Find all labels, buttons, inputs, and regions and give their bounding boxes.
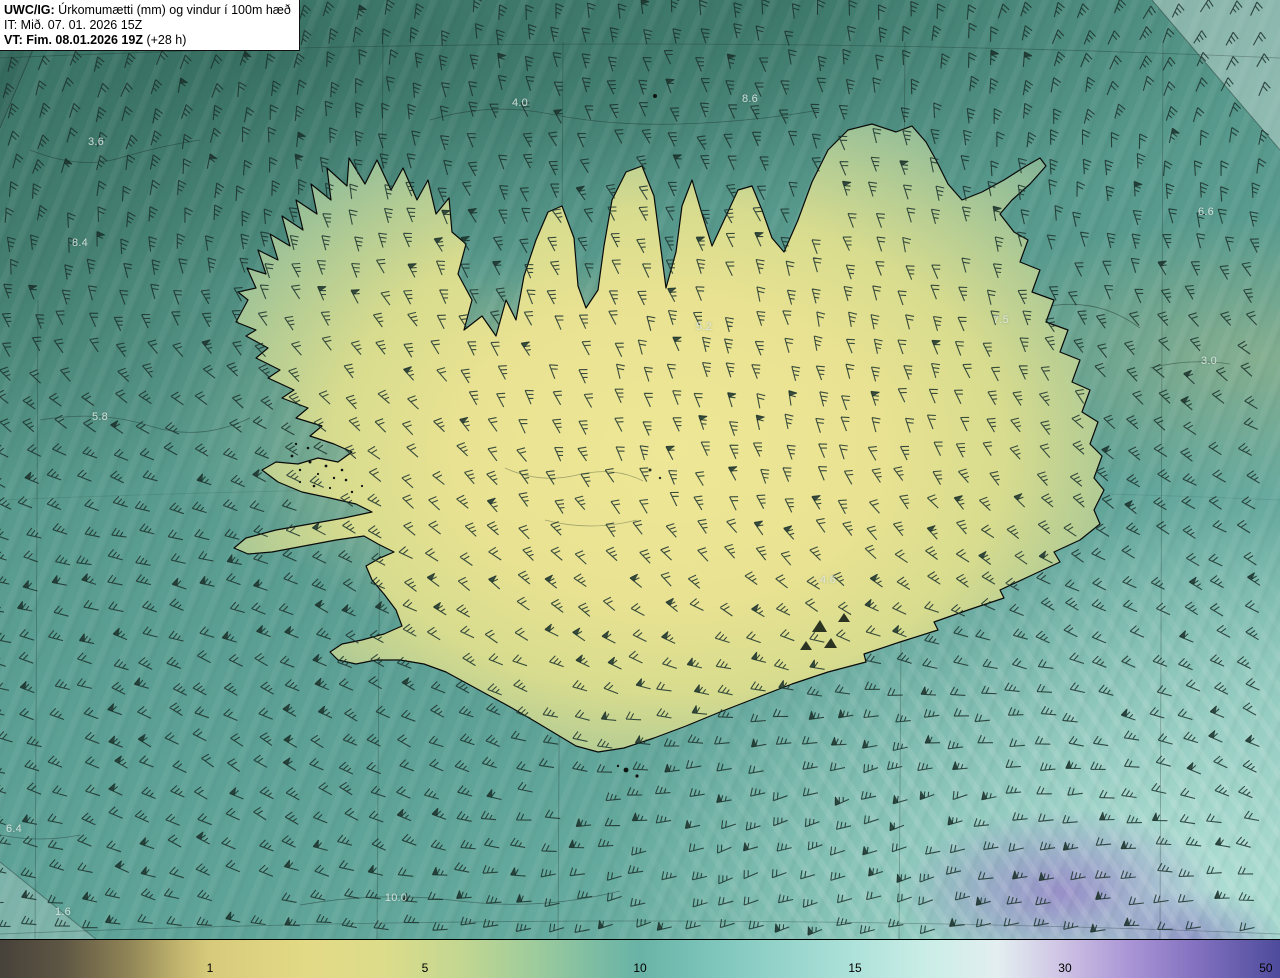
- colorbar-label: 30: [1058, 961, 1072, 975]
- title-line-model: UWC/IG: Úrkomumætti (mm) og vindur í 100…: [4, 2, 291, 17]
- title-line-valid: VT: Fim. 08.01.2026 19Z (+28 h): [4, 32, 291, 47]
- map-canvas: [0, 0, 1280, 940]
- contour-label: 6.4: [6, 823, 22, 835]
- contour-label: 3.0: [1201, 355, 1217, 367]
- contour-label: 7.5: [993, 314, 1009, 326]
- contour-label: 3.6: [88, 136, 104, 148]
- contour-label: 4.0: [512, 97, 528, 109]
- contour-label: 4.6: [820, 574, 836, 586]
- contour-label: 5.2: [696, 321, 712, 333]
- screenshot-root: 4.0 8.6 3.6 8.4 6.6 7.5 3.0 5.2 5.8 4.6 6.4 10.0 1.6…: [0, 0, 1280, 978]
- contour-label: 5.8: [92, 411, 108, 423]
- valid-time: VT: Fim. 08.01.2026 19Z: [4, 33, 143, 47]
- iceland-coastline: [233, 123, 1105, 753]
- contour-label: 8.4: [72, 237, 88, 249]
- colorbar-label: 50: [1259, 961, 1273, 975]
- colorbar-label: 10: [633, 961, 647, 975]
- colorbar-label: 5: [421, 961, 429, 975]
- title-line-init: IT: Mið. 07. 01. 2026 15Z: [4, 17, 291, 32]
- colorbar-label: 1: [206, 961, 214, 975]
- init-time: IT: Mið. 07. 01. 2026 15Z: [4, 18, 143, 32]
- contour-label: 10.0: [384, 892, 408, 904]
- weather-map: 4.0 8.6 3.6 8.4 6.6 7.5 3.0 5.2 5.8 4.6 6.4 10.0 1.6…: [0, 0, 1280, 940]
- model-label: UWC/IG:: [4, 3, 55, 17]
- title-box: UWC/IG: Úrkomumætti (mm) og vindur í 100…: [0, 0, 300, 51]
- valid-time-offset: (+28 h): [142, 33, 187, 47]
- contour-label: 8.6: [742, 93, 758, 105]
- colorbar: 1 5 10 15 30 50: [0, 939, 1280, 978]
- colorbar-label: 15: [848, 961, 862, 975]
- contour-label: 1.6: [55, 906, 71, 918]
- model-title: Úrkomumætti (mm) og vindur í 100m hæð: [54, 3, 291, 17]
- contour-label: 6.6: [1198, 206, 1214, 218]
